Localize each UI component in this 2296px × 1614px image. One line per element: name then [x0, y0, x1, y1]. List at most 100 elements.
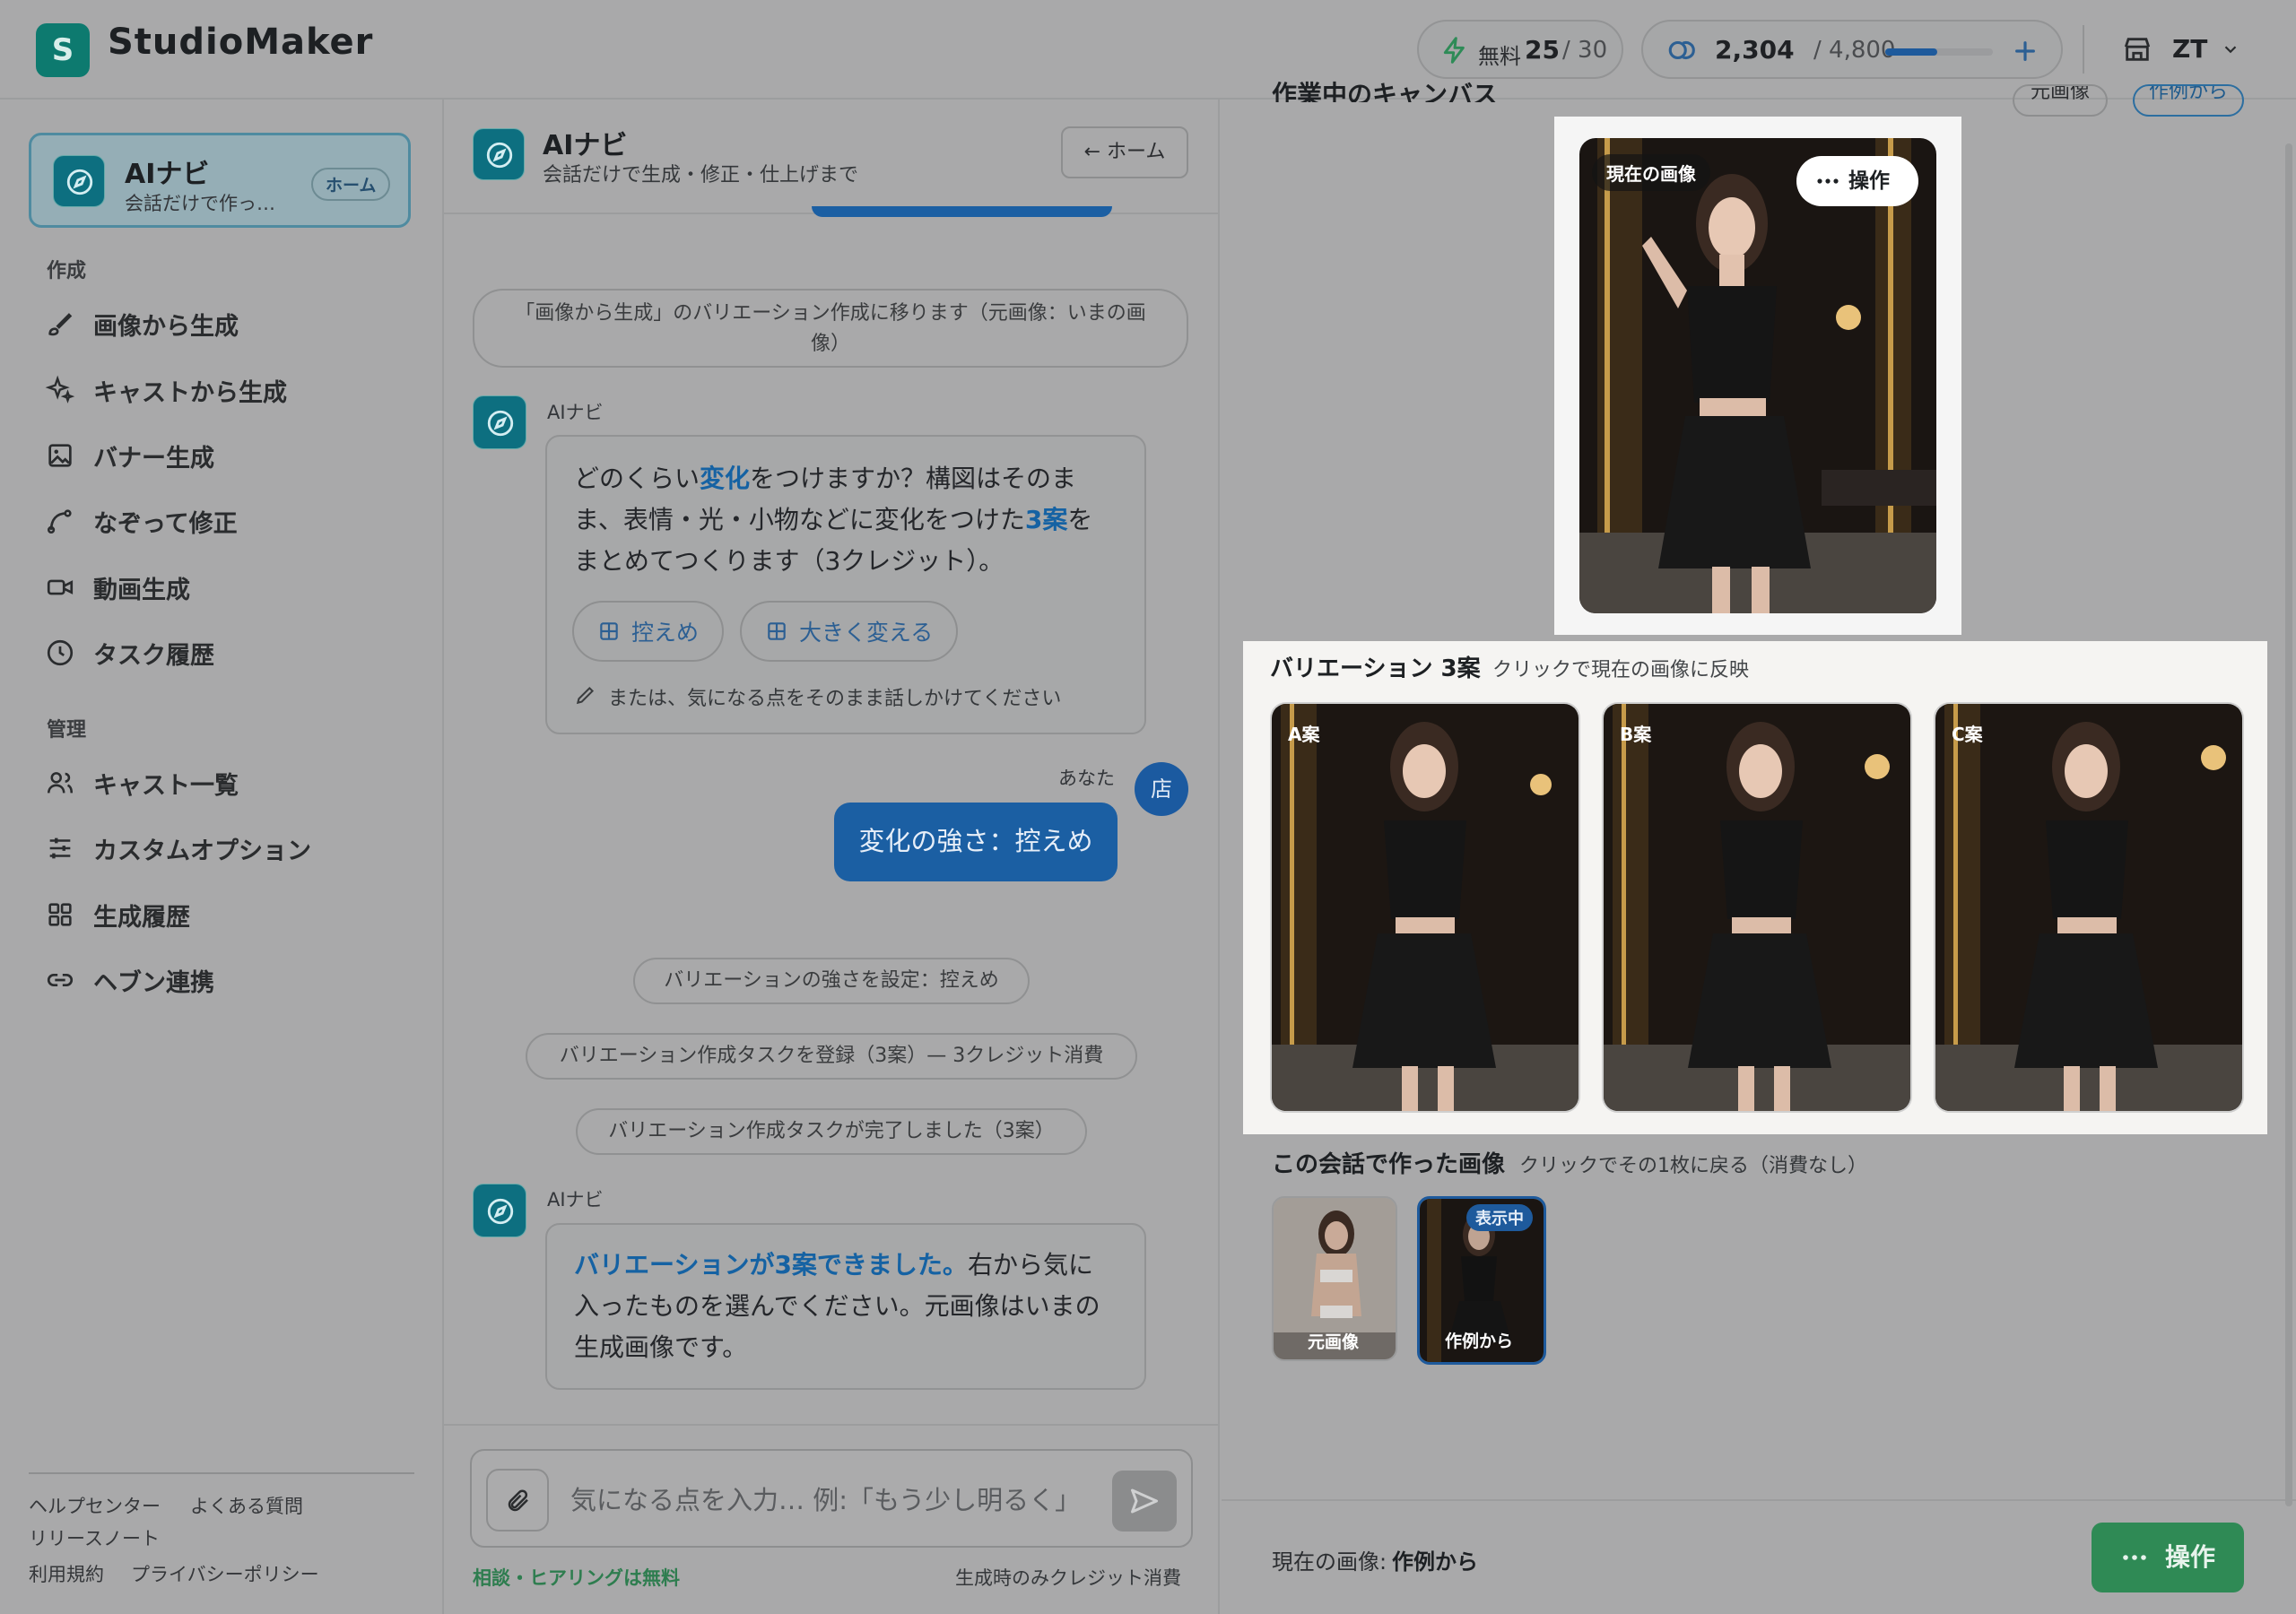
ai-navi-logo — [53, 155, 105, 207]
free-used: 25 — [1525, 35, 1560, 65]
history-thumb-example[interactable]: 表示中 作例から — [1417, 1196, 1546, 1365]
compass-icon — [66, 169, 93, 195]
app-logo[interactable]: S — [36, 23, 90, 77]
footer-privacy-link[interactable]: プライバシーポリシー — [131, 1560, 319, 1587]
store-user-menu[interactable]: ZT — [2099, 20, 2260, 79]
sidebar-item-trace-fix[interactable]: なぞって修正 — [45, 494, 422, 548]
image-ops-button[interactable]: 操作 — [1796, 156, 1918, 206]
bot-avatar — [473, 1184, 526, 1237]
sidebar-item-task-history[interactable]: タスク履歴 — [45, 626, 422, 680]
variant-c-card[interactable] — [1934, 702, 2244, 1113]
sidebar-footer-divider — [29, 1472, 414, 1474]
tab-example[interactable]: 作例から — [2133, 84, 2244, 117]
free-label: 無料 — [1478, 44, 1521, 69]
canvas-title-partial: 作業中のキャンバス — [1272, 80, 1499, 102]
footer-faq-link[interactable]: よくある質問 — [190, 1492, 303, 1519]
chat-input-placeholder[interactable]: 気になる点を入力… 例:「もう少し明るく」 — [570, 1480, 1081, 1517]
variant-a-card[interactable] — [1270, 702, 1580, 1113]
brush-icon — [48, 313, 73, 336]
add-credits-icon[interactable] — [2011, 37, 2039, 65]
chat-header: AIナビ 会話だけで生成・修正・仕上げまで ← ホーム — [444, 100, 1220, 214]
paperclip-icon — [508, 1489, 528, 1512]
footer-ops-button[interactable]: 操作 — [2092, 1523, 2244, 1592]
app-name[interactable]: StudioMaker — [108, 22, 373, 63]
system-message-strength: バリエーションの強さを設定：控えめ — [633, 958, 1030, 1004]
variant-c-label: C案 — [1952, 724, 1983, 745]
sidebar-item-ai-navi-home[interactable]: AIナビ 会話だけで作っ… ホーム — [29, 133, 411, 228]
credits-progress-fill — [1885, 48, 1937, 56]
history-title: この会話で作った画像 — [1272, 1151, 1506, 1178]
current-image[interactable] — [1579, 138, 1936, 613]
variant-c-photo — [1935, 704, 2242, 1111]
variations-panel: バリエーション 3案 クリックで現在の画像に反映 A案 B案 C案 — [1243, 641, 2267, 1134]
bot-name: AIナビ — [547, 1189, 604, 1210]
free-quota-pill[interactable]: 無料 25 / 30 — [1417, 20, 1623, 79]
history-badge-showing: 表示中 — [1466, 1204, 1533, 1231]
variant-b-photo — [1604, 704, 1910, 1111]
sparkle-icon — [45, 375, 75, 404]
trace-icon — [47, 509, 72, 534]
pencil-icon — [576, 686, 595, 705]
lightning-icon — [1443, 37, 1465, 64]
system-message-task-registered: バリエーション作成タスクを登録（3案）— 3クレジット消費 — [526, 1033, 1137, 1080]
free-total: / 30 — [1562, 37, 1608, 64]
history-thumb-original[interactable]: 元画像 — [1272, 1196, 1397, 1361]
credits-pill[interactable]: 2,304 / 4,800 — [1641, 20, 2063, 79]
current-image-badge: 現在の画像 — [1592, 154, 1710, 191]
sidebar-item-generation-history[interactable]: 生成履歴 — [45, 888, 422, 941]
variations-title: バリエーション 3案 — [1270, 655, 1481, 682]
variant-a-photo — [1272, 704, 1578, 1111]
sidebar-item-cast-list[interactable]: キャスト一覧 — [45, 756, 422, 810]
send-button[interactable] — [1112, 1471, 1177, 1532]
sliders-icon — [49, 837, 71, 859]
footer-current-value: 作例から — [1392, 1549, 1478, 1575]
chat-input-box[interactable]: 気になる点を入力… 例:「もう少し明るく」 — [470, 1449, 1193, 1548]
image-icon — [48, 444, 72, 467]
current-image-photo — [1579, 138, 1936, 613]
chat-avatar — [473, 128, 525, 180]
history-hint: クリックでその1枚に戻る（消費なし） — [1519, 1155, 1867, 1177]
footer-terms-link[interactable]: 利用規約 — [29, 1560, 104, 1587]
variant-b-label: B案 — [1620, 724, 1652, 745]
home-subtitle: 会話だけで作っ… — [125, 193, 275, 214]
back-home-button[interactable]: ← ホーム — [1061, 126, 1188, 178]
system-message-task-complete: バリエーション作成タスクが完了しました（3案） — [576, 1108, 1087, 1155]
variant-b-card[interactable] — [1602, 702, 1912, 1113]
home-badge: ホーム — [311, 168, 391, 201]
free-consult-note: 相談・ヒアリングは無料 — [473, 1567, 680, 1589]
chat-title: AIナビ — [543, 130, 628, 161]
credit-note: 生成時のみクレジット消費 — [955, 1567, 1181, 1589]
user-message-bubble: 変化の強さ：控えめ — [834, 803, 1118, 881]
footer-current-label: 現在の画像: — [1272, 1549, 1387, 1575]
compass-icon — [487, 410, 514, 437]
bot-message-bubble: バリエーションが3案できました。右から気に 入ったものを選んでください。元画像は… — [545, 1223, 1146, 1390]
credits-progress-track — [1885, 48, 1993, 56]
footer-release-link[interactable]: リリースノート — [29, 1524, 160, 1551]
store-icon — [2124, 38, 2151, 61]
section-create-label: 作成 — [47, 260, 87, 282]
sidebar-item-cast-generate[interactable]: キャストから生成 — [45, 363, 422, 417]
bot-avatar — [473, 395, 526, 449]
sidebar-item-video-generate[interactable]: 動画生成 — [45, 560, 422, 614]
home-title: AIナビ — [125, 159, 210, 190]
chip-big-change[interactable]: 大きく変える — [740, 601, 959, 662]
compass-icon — [486, 142, 513, 169]
link-icon — [47, 973, 74, 987]
credits-used: 2,304 — [1715, 35, 1795, 65]
grid-small-icon — [600, 622, 618, 640]
sidebar-item-banner-generate[interactable]: バナー生成 — [45, 429, 422, 482]
compass-icon — [487, 1198, 514, 1225]
tab-original[interactable]: 元画像 — [2013, 84, 2108, 117]
attach-button[interactable] — [486, 1469, 549, 1532]
sidebar-item-image-generate[interactable]: 画像から生成 — [45, 297, 422, 351]
chip-subtle[interactable]: 控えめ — [572, 601, 725, 662]
canvas-footer-divider — [1222, 1499, 2296, 1501]
sidebar-item-heaven-link[interactable]: ヘブン連携 — [45, 953, 422, 1007]
canvas-scrollbar[interactable] — [2285, 143, 2292, 1506]
top-header: S StudioMaker 無料 25 / 30 2,304 / 4,800 Z… — [0, 0, 2296, 100]
users-icon — [47, 772, 74, 794]
sidebar-item-custom-options[interactable]: カスタムオプション — [45, 821, 422, 875]
user-initials: ZT — [2172, 34, 2208, 64]
footer-help-link[interactable]: ヘルプセンター — [29, 1492, 161, 1519]
system-message-switch: 「画像から生成」のバリエーション作成に移ります（元画像：いまの画 像） — [473, 289, 1188, 368]
